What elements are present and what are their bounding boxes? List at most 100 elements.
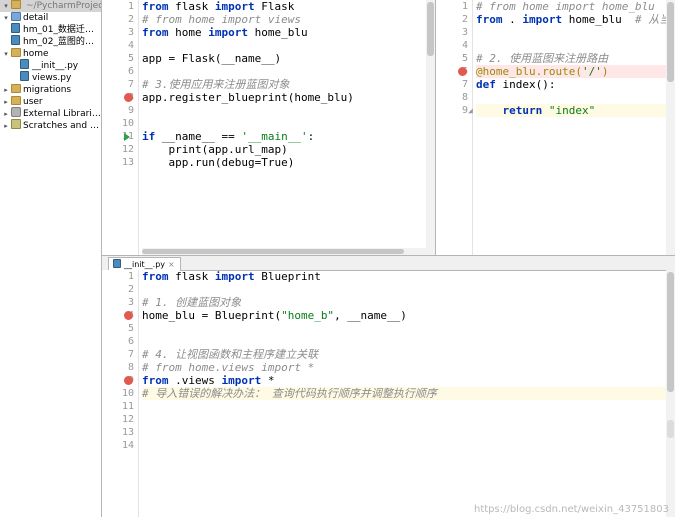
code-line[interactable]: # from home import home_blu — [476, 0, 675, 13]
code-line[interactable] — [142, 426, 675, 439]
code-line[interactable]: # 3.使用应用来注册蓝图对象 — [142, 78, 435, 91]
code-line[interactable]: app = Flask(__name__) — [142, 52, 435, 65]
tree-item-scratches-and-consoles[interactable]: ▸ Scratches and Consoles — [0, 120, 101, 132]
code-token: home — [168, 26, 209, 39]
code-line[interactable]: print(app.url_map) — [142, 143, 435, 156]
init-editor-vthumb[interactable] — [667, 272, 674, 392]
code-line[interactable]: @home_blu.route('/') — [476, 65, 675, 78]
main-editor-hthumb[interactable] — [142, 249, 404, 254]
code-token: '/' — [581, 65, 602, 78]
line-number: 1 — [127, 271, 134, 282]
line-number: 12 — [121, 414, 134, 425]
line-number: 2 — [461, 14, 468, 25]
chevron-down-icon[interactable]: ▾ — [2, 0, 10, 12]
code-line[interactable]: from .views import * — [142, 374, 675, 387]
code-line[interactable]: return "index" — [476, 104, 675, 117]
code-line[interactable]: # from home.views import * — [142, 361, 675, 374]
project-tree[interactable]: ▾ detail hm_01_数据迁移.py hm_02_蓝图的基本使用.p▾home… — [0, 12, 101, 132]
scratch-icon — [10, 119, 21, 133]
code-line[interactable]: from flask import Blueprint — [142, 270, 675, 283]
init-editor-code[interactable]: from flask import Blueprint # 1. 创建蓝图对象 h… — [142, 270, 675, 517]
tab-init-py[interactable]: __init__.py × — [108, 256, 181, 271]
close-icon[interactable]: × — [168, 260, 175, 269]
main-editor-code[interactable]: from flask import Flask # from home impor… — [142, 0, 435, 255]
run-arrow-icon[interactable] — [124, 133, 130, 141]
main-editor-vthumb[interactable] — [427, 2, 434, 56]
tree-item-hm-02-p[interactable]: hm_02_蓝图的基本使用.p — [0, 36, 101, 48]
code-line[interactable] — [142, 65, 435, 78]
views-editor-pane[interactable]: 123456789◢ # from home import home_blufr… — [436, 0, 675, 255]
breakpoint-icon[interactable] — [458, 67, 467, 76]
code-line[interactable] — [142, 322, 675, 335]
line-number: 4 — [127, 40, 134, 51]
init-editor-pane[interactable]: __init__.py × 1234567891011121314 from f… — [102, 255, 675, 517]
code-line[interactable] — [142, 117, 435, 130]
code-line[interactable]: from . import home_blu # 从当前包中导入内容 — [476, 13, 675, 26]
code-token: import — [221, 374, 262, 387]
code-token: , __name__) — [334, 309, 407, 322]
tree-item-init-py[interactable]: __init__.py — [0, 60, 101, 72]
init-editor-vscrollbar[interactable] — [666, 270, 675, 517]
code-line[interactable]: app.register_blueprint(home_blu) — [142, 91, 435, 104]
project-tool-window[interactable]: ▾ flask5 ~/PycharmProjects ▾ detail hm_01_… — [0, 0, 102, 517]
chevron-right-icon[interactable]: ▸ — [2, 84, 10, 96]
code-line[interactable] — [142, 400, 675, 413]
main-editor-pane[interactable]: 12345678910111213 from flask import Flas… — [102, 0, 436, 255]
code-line[interactable]: if __name__ == '__main__': — [142, 130, 435, 143]
main-editor-vscrollbar[interactable] — [426, 0, 435, 255]
code-line[interactable]: # 4. 让视图函数和主程序建立关联 — [142, 348, 675, 361]
code-line[interactable]: # 2. 使用蓝图来注册路由 — [476, 52, 675, 65]
chevron-right-icon[interactable]: ▸ — [2, 108, 10, 120]
line-number: 3 — [127, 297, 134, 308]
chevron-down-icon[interactable]: ▾ — [2, 12, 10, 24]
line-number: 1 — [461, 1, 468, 12]
code-line[interactable] — [142, 413, 675, 426]
code-line[interactable]: from flask import Flask — [142, 0, 435, 13]
code-token: # from home.views import * — [142, 361, 315, 374]
code-line[interactable] — [476, 39, 675, 52]
code-token: # 1. 创建蓝图对象 — [142, 296, 242, 309]
init-editor-gutter[interactable]: 1234567891011121314 — [102, 270, 139, 517]
code-line[interactable]: def index(): — [476, 78, 675, 91]
chevron-down-icon[interactable]: ▾ — [2, 48, 10, 60]
code-line[interactable] — [142, 104, 435, 117]
code-token: app.register_blueprint(home_blu) — [142, 91, 354, 104]
code-line[interactable]: from home import home_blu — [142, 26, 435, 39]
views-editor-gutter[interactable]: 123456789◢ — [436, 0, 473, 255]
chevron-right-icon[interactable]: ▸ — [2, 120, 10, 132]
init-editor-vthumb-secondary[interactable] — [667, 420, 674, 438]
code-line[interactable] — [476, 26, 675, 39]
editor-area: 12345678910111213 from flask import Flas… — [102, 0, 675, 517]
code-line[interactable] — [476, 91, 675, 104]
chevron-right-icon[interactable]: ▸ — [2, 96, 10, 108]
views-editor-vthumb[interactable] — [667, 2, 674, 82]
line-number: 8 — [127, 362, 134, 373]
main-editor-gutter[interactable]: 12345678910111213 — [102, 0, 139, 255]
tree-item-home[interactable]: ▾ home — [0, 48, 101, 60]
code-line[interactable]: # from home import views — [142, 13, 435, 26]
tree-item-views-py[interactable]: views.py — [0, 72, 101, 84]
main-editor-hscrollbar[interactable] — [142, 248, 426, 255]
tree-item-migrations[interactable]: ▸ migrations — [0, 84, 101, 96]
code-line[interactable]: # 导入错误的解决办法： 查询代码执行顺序并调整执行顺序 — [142, 387, 675, 400]
code-line[interactable] — [142, 439, 675, 452]
code-line[interactable] — [142, 335, 675, 348]
code-line[interactable]: # 1. 创建蓝图对象 — [142, 296, 675, 309]
init-editor-body[interactable]: 1234567891011121314 from flask import Bl… — [102, 270, 675, 517]
views-editor-code[interactable]: # from home import home_blu from . import… — [476, 0, 675, 255]
line-number: 4 — [461, 40, 468, 51]
line-number: 7 — [127, 349, 134, 360]
tree-item-label: views.py — [32, 73, 72, 83]
breakpoint-icon[interactable] — [124, 311, 133, 320]
views-editor-vscrollbar[interactable] — [666, 0, 675, 255]
code-token: from — [142, 26, 169, 39]
breakpoint-icon[interactable] — [124, 376, 133, 385]
fold-marker-icon[interactable]: ◢ — [468, 104, 473, 117]
code-line[interactable]: app.run(debug=True) — [142, 156, 435, 169]
editor-tab-bar[interactable]: __init__.py × — [102, 256, 675, 271]
code-line[interactable]: home_blu = Blueprint("home_b", __name__) — [142, 309, 675, 322]
code-line[interactable] — [142, 39, 435, 52]
code-line[interactable] — [142, 283, 675, 296]
project-root-row[interactable]: ▾ flask5 ~/PycharmProjects — [0, 0, 101, 12]
breakpoint-icon[interactable] — [124, 93, 133, 102]
